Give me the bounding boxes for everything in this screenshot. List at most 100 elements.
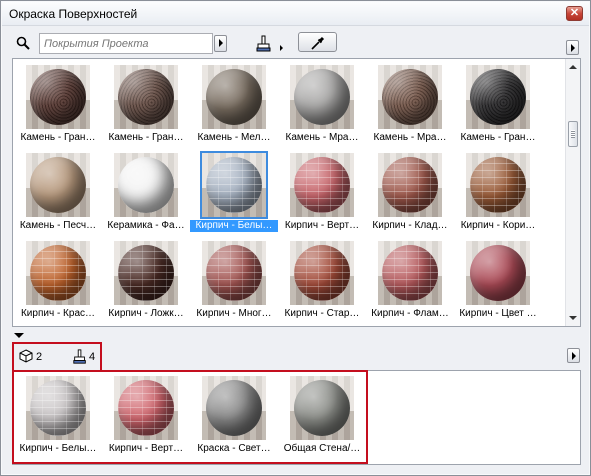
material-label: Камень - Мра… bbox=[373, 132, 447, 143]
material-thumbnail bbox=[114, 153, 178, 217]
close-button[interactable]: ✕ bbox=[566, 6, 583, 21]
material-sphere bbox=[118, 245, 174, 301]
used-panel-menu-button[interactable] bbox=[567, 348, 580, 363]
material-thumbnail bbox=[290, 153, 354, 217]
vertical-scrollbar[interactable] bbox=[565, 59, 580, 326]
material-tile[interactable]: Керамика - Фа… bbox=[102, 153, 190, 232]
material-label: Кирпич - Кори… bbox=[460, 220, 536, 231]
material-thumbnail bbox=[466, 241, 530, 305]
material-thumbnail bbox=[26, 153, 90, 217]
cube-icon bbox=[19, 349, 33, 363]
search-icon bbox=[16, 36, 30, 50]
paint-brush-icon[interactable] bbox=[255, 35, 273, 53]
eyedropper-button[interactable] bbox=[298, 32, 337, 52]
material-label: Керамика - Фа… bbox=[107, 220, 185, 231]
scroll-down-icon[interactable] bbox=[569, 316, 577, 320]
material-thumbnail bbox=[466, 153, 530, 217]
material-thumbnail bbox=[202, 153, 266, 217]
toolbar bbox=[2, 27, 589, 59]
material-thumbnail bbox=[114, 65, 178, 129]
used-materials-highlight bbox=[12, 370, 368, 464]
material-label: Камень - Песч… bbox=[19, 220, 97, 231]
material-thumbnail bbox=[26, 65, 90, 129]
material-sphere bbox=[470, 157, 526, 213]
material-label: Кирпич - Белы… bbox=[190, 220, 278, 232]
material-tile[interactable]: Кирпич - Кори… bbox=[454, 153, 542, 232]
material-sphere bbox=[382, 69, 438, 125]
material-label: Кирпич - Мног… bbox=[196, 308, 272, 319]
material-sphere bbox=[470, 69, 526, 125]
material-label: Кирпич - Клад… bbox=[372, 220, 448, 231]
material-thumbnail bbox=[378, 153, 442, 217]
brush-menu-arrow-icon[interactable] bbox=[280, 45, 283, 51]
play-arrow-icon bbox=[572, 352, 576, 360]
surface-painter-window: Окраска Поверхностей ✕ Покрытия Проекта … bbox=[0, 0, 591, 476]
material-sphere bbox=[294, 69, 350, 125]
material-tile[interactable]: Камень - Гран… bbox=[14, 65, 102, 144]
material-tile[interactable]: Кирпич - Цвет … bbox=[454, 241, 542, 320]
material-thumbnail bbox=[378, 241, 442, 305]
material-label: Кирпич - Флам… bbox=[371, 308, 449, 319]
object-count: 2 bbox=[36, 351, 43, 363]
material-thumbnail bbox=[202, 65, 266, 129]
material-tile[interactable]: Кирпич - Верт… bbox=[278, 153, 366, 232]
panel-menu-button[interactable] bbox=[566, 40, 579, 55]
window-title: Окраска Поверхностей bbox=[9, 7, 138, 21]
material-tile[interactable]: Кирпич - Ложк… bbox=[102, 241, 190, 320]
material-thumbnail bbox=[26, 241, 90, 305]
scroll-up-icon[interactable] bbox=[569, 65, 577, 69]
material-thumbnail bbox=[114, 241, 178, 305]
material-thumbnail bbox=[290, 65, 354, 129]
material-tile[interactable]: Камень - Гран… bbox=[454, 65, 542, 144]
material-thumbnail bbox=[466, 65, 530, 129]
material-label: Камень - Гран… bbox=[460, 132, 536, 143]
material-sphere bbox=[118, 69, 174, 125]
eyedropper-icon bbox=[311, 36, 325, 50]
material-sphere bbox=[382, 157, 438, 213]
usage-counts: 2 4 bbox=[12, 342, 102, 370]
material-sphere bbox=[294, 157, 350, 213]
material-label: Кирпич - Цвет … bbox=[459, 308, 537, 319]
material-tile[interactable]: Кирпич - Мног… bbox=[190, 241, 278, 320]
material-tile[interactable]: Камень - Песч… bbox=[14, 153, 102, 232]
material-label: Кирпич - Стар… bbox=[284, 308, 360, 319]
material-label: Кирпич - Верт… bbox=[284, 220, 360, 231]
search-input[interactable] bbox=[39, 33, 213, 54]
play-arrow-icon bbox=[219, 39, 223, 47]
material-sphere bbox=[206, 69, 262, 125]
material-tile[interactable]: Кирпич - Клад… bbox=[366, 153, 454, 232]
material-thumbnail bbox=[202, 241, 266, 305]
material-tile[interactable]: Камень - Мра… bbox=[278, 65, 366, 144]
search-options-button[interactable] bbox=[214, 35, 227, 52]
material-sphere bbox=[206, 245, 262, 301]
material-sphere bbox=[30, 69, 86, 125]
material-sphere bbox=[294, 245, 350, 301]
collapse-arrow-icon[interactable] bbox=[14, 333, 24, 338]
material-sphere bbox=[30, 157, 86, 213]
material-tile[interactable]: Камень - Мра… bbox=[366, 65, 454, 144]
material-sphere bbox=[30, 245, 86, 301]
material-tile[interactable]: Кирпич - Белы… bbox=[190, 153, 278, 232]
material-sphere bbox=[382, 245, 438, 301]
scroll-thumb[interactable] bbox=[568, 121, 578, 147]
materials-grid[interactable]: Камень - Гран… Камень - Гран… Камень - Мел… bbox=[12, 58, 581, 327]
material-label: Камень - Гран… bbox=[108, 132, 184, 143]
material-tile[interactable]: Камень - Гран… bbox=[102, 65, 190, 144]
material-tile[interactable]: Кирпич - Крас… bbox=[14, 241, 102, 320]
material-label: Камень - Мра… bbox=[285, 132, 359, 143]
material-thumbnail bbox=[290, 241, 354, 305]
material-label: Камень - Гран… bbox=[20, 132, 96, 143]
material-sphere bbox=[118, 157, 174, 213]
surface-count: 4 bbox=[89, 351, 96, 363]
material-thumbnail bbox=[378, 65, 442, 129]
paint-brush-icon bbox=[73, 349, 86, 364]
material-label: Кирпич - Ложк… bbox=[108, 308, 184, 319]
material-tile[interactable]: Камень - Мел… bbox=[190, 65, 278, 144]
material-sphere bbox=[206, 157, 262, 213]
title-bar[interactable]: Окраска Поверхностей ✕ bbox=[2, 2, 589, 26]
material-tile[interactable]: Кирпич - Стар… bbox=[278, 241, 366, 320]
material-tile[interactable]: Кирпич - Флам… bbox=[366, 241, 454, 320]
material-label: Кирпич - Крас… bbox=[20, 308, 96, 319]
material-sphere bbox=[470, 245, 526, 301]
play-arrow-icon bbox=[571, 44, 575, 52]
